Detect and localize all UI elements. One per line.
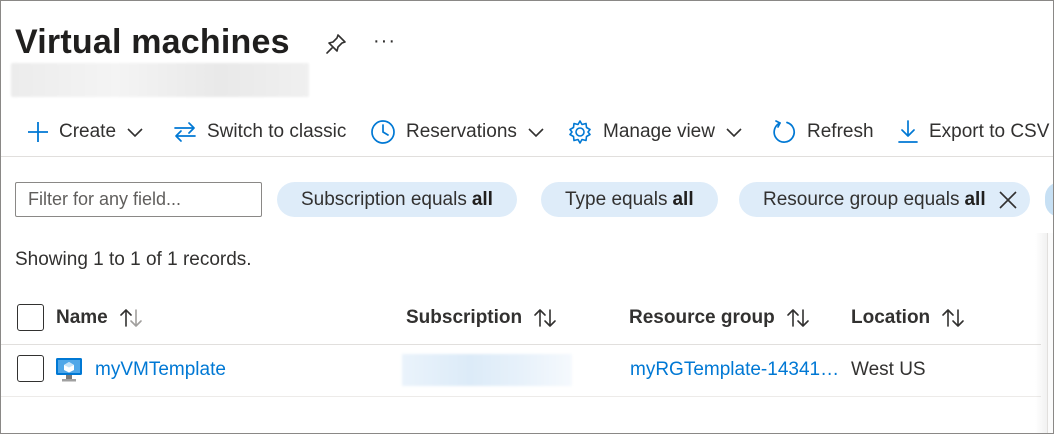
export-csv-label: Export to CSV (929, 121, 1050, 142)
column-header-resource-group[interactable]: Resource group (629, 293, 811, 343)
manage-view-label: Manage view (603, 121, 715, 142)
filter-pill-type[interactable]: Type equals all (541, 182, 718, 217)
location-value: West US (851, 359, 926, 380)
resource-group-link[interactable]: myRGTemplate-14341… (630, 359, 839, 381)
download-icon (898, 120, 918, 143)
column-header-label: Name (56, 307, 108, 328)
pill-value: all (471, 188, 493, 210)
page-title: Virtual machines (15, 23, 290, 61)
more-options-icon[interactable]: ··· (373, 31, 397, 57)
sort-icon (942, 309, 964, 327)
column-header-label: Subscription (406, 307, 523, 328)
sort-icon (119, 309, 142, 327)
switch-to-classic-label: Switch to classic (207, 121, 347, 142)
switch-to-classic-button[interactable]: Switch to classic (173, 109, 346, 155)
subtitle-redacted (11, 63, 309, 97)
app-frame: Virtual machines ··· Create Switch to cl… (0, 0, 1054, 434)
refresh-label: Refresh (807, 121, 874, 142)
reservations-button[interactable]: Reservations (370, 109, 545, 155)
column-header-label: Location (851, 307, 931, 328)
pill-label: Type equals (565, 188, 668, 210)
create-label: Create (59, 121, 117, 142)
column-header-subscription[interactable]: Subscription (406, 293, 558, 343)
sort-icon (534, 309, 556, 327)
refresh-icon (773, 120, 796, 143)
column-header-label: Resource group (629, 307, 775, 328)
command-bar: Create Switch to classic Reservations Ma… (1, 109, 1053, 157)
pill-value: all (964, 188, 986, 210)
column-header-location[interactable]: Location (851, 293, 966, 343)
plus-icon (28, 122, 48, 142)
clock-icon (371, 120, 395, 144)
pin-icon[interactable] (323, 31, 349, 57)
column-header-name[interactable]: Name (56, 293, 144, 343)
close-icon[interactable] (998, 190, 1018, 210)
manage-view-button[interactable]: Manage view (567, 109, 743, 155)
subscription-value-redacted (402, 354, 572, 386)
gear-icon (569, 120, 591, 144)
refresh-button[interactable]: Refresh (771, 109, 874, 155)
filter-input[interactable] (15, 182, 262, 217)
sort-icon (786, 309, 809, 327)
resource-group-cell: myRGTemplate-14341… (630, 345, 839, 395)
records-count: Showing 1 to 1 of 1 records. (15, 249, 252, 270)
vm-name-cell: myVMTemplate (55, 345, 226, 395)
select-all-checkbox[interactable] (17, 304, 44, 331)
export-csv-button[interactable]: Export to CSV (897, 109, 1049, 155)
location-cell: West US (851, 345, 926, 395)
pill-value: all (672, 188, 694, 210)
chevron-down-icon (528, 128, 544, 138)
reservations-label: Reservations (406, 121, 517, 142)
virtual-machine-icon (56, 358, 82, 382)
pill-label: Resource group equals (763, 188, 960, 210)
pill-label: Subscription equals (301, 188, 467, 210)
table-header: Name Subscription Resource group Locatio… (1, 293, 1041, 345)
filter-pill-subscription[interactable]: Subscription equals all (277, 182, 517, 217)
vm-name-link[interactable]: myVMTemplate (95, 359, 226, 381)
swap-arrows-icon (174, 122, 196, 142)
filter-pill-overflow[interactable] (1045, 182, 1053, 217)
chevron-down-icon (127, 128, 143, 138)
filter-pill-resource-group[interactable]: Resource group equals all (739, 182, 1030, 217)
row-select-checkbox[interactable] (17, 355, 44, 382)
side-panel-edge (1047, 233, 1053, 433)
chevron-down-icon (726, 128, 742, 138)
create-button[interactable]: Create (27, 109, 144, 155)
